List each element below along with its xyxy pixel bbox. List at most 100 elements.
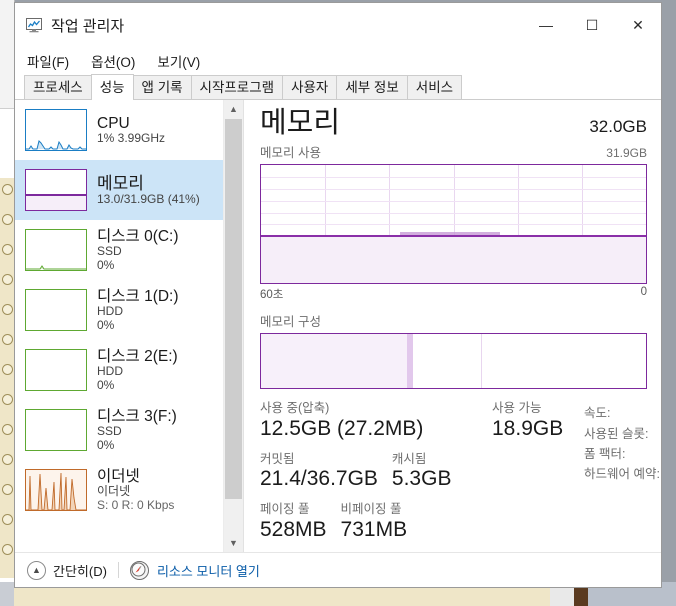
memory-sparkline-fill: [26, 193, 86, 210]
info-hardware-reserved: 하드웨어 예약: 75.7MB: [584, 464, 676, 484]
memory-sparkline: [25, 169, 87, 211]
background-app-row-icon: [2, 484, 13, 495]
maximize-button[interactable]: ☐: [569, 3, 615, 47]
stats-pair: 커밋됨 21.4/36.7GB 캐시됨 5.3GB: [260, 452, 492, 492]
sidebar-item-disk-0[interactable]: 디스크 0(C:) SSD 0%: [15, 220, 223, 280]
stats-pair: 페이징 풀 528MB 비페이징 풀 731MB: [260, 502, 492, 542]
sidebar-item-sub: HDD: [97, 364, 123, 379]
sidebar-item-disk-1[interactable]: 디스크 1(D:) HDD 0%: [15, 280, 223, 340]
resource-list: CPU 1% 3.99GHz 메모리 13.0/31.9GB (41%) 디스크…: [15, 100, 223, 552]
sidebar-item-sub: 13.0/31.9GB (41%): [97, 191, 200, 206]
sidebar-item-disk-3[interactable]: 디스크 3(F:) SSD 0%: [15, 400, 223, 460]
sidebar-scrollbar[interactable]: ▲ ▼: [223, 100, 243, 552]
tab-users[interactable]: 사용자: [282, 75, 338, 99]
background-app-rows: [0, 178, 14, 578]
sidebar-item-title: 디스크 3(F:): [97, 407, 177, 425]
menu-item-file[interactable]: 파일(F): [27, 51, 69, 71]
composition-standby: [413, 334, 483, 389]
chevron-up-circle-icon[interactable]: ▲: [27, 560, 46, 580]
sidebar-item-texts: 디스크 1(D:) HDD 0%: [97, 288, 179, 332]
sidebar-item-texts: CPU 1% 3.99GHz: [97, 115, 165, 146]
stat-committed: 커밋됨 21.4/36.7GB: [260, 452, 378, 492]
info-key: 하드웨어 예약:: [584, 467, 660, 482]
tab-details[interactable]: 세부 정보: [336, 75, 408, 99]
graph-axis-right: 0: [640, 286, 647, 299]
disk-sparkline: [25, 349, 87, 391]
tab-processes[interactable]: 프로세스: [24, 75, 92, 99]
stat-in-use: 사용 중(압축) 12.5GB (27.2MB): [260, 401, 492, 441]
sidebar-item-title: 디스크 0(C:): [97, 227, 179, 245]
sidebar-item-sub2: 0%: [97, 257, 115, 272]
sidebar-item-texts: 디스크 0(C:) SSD 0%: [97, 228, 179, 272]
close-button[interactable]: ✕: [615, 3, 661, 47]
sidebar-item-memory[interactable]: 메모리 13.0/31.9GB (41%): [15, 160, 223, 220]
sidebar-item-title: 메모리: [97, 173, 144, 193]
sidebar-item-disk-2[interactable]: 디스크 2(E:) HDD 0%: [15, 340, 223, 400]
memory-total: 32.0GB: [589, 117, 647, 136]
task-manager-icon: [25, 16, 43, 34]
memory-composition-bar[interactable]: [260, 333, 647, 390]
background-app-row-icon: [2, 454, 13, 465]
stat-value: 18.9GB: [492, 417, 564, 441]
stat-label: 비페이징 풀: [340, 502, 402, 517]
sidebar-item-sub: SSD: [97, 424, 122, 439]
disk-sparkline: [25, 229, 87, 271]
stats-column-left: 사용 중(압축) 12.5GB (27.2MB) 커밋됨 21.4/36.7GB…: [260, 401, 492, 542]
title-bar: 작업 관리자 — ☐ ✕: [15, 3, 661, 47]
stat-label: 페이징 풀: [260, 502, 310, 517]
stat-value: 528MB: [260, 517, 327, 541]
background-app-row-icon: [2, 244, 13, 255]
sidebar-item-sub: 이더넷: [97, 484, 131, 499]
sidebar-item-ethernet[interactable]: 이더넷 이더넷 S: 0 R: 0 Kbps: [15, 460, 223, 520]
scrollbar-thumb[interactable]: [225, 119, 242, 499]
fewer-details-button[interactable]: 간단히(D): [53, 561, 107, 580]
sidebar-item-sub: SSD: [97, 244, 122, 259]
background-app-window[interactable]: [0, 0, 15, 606]
ethernet-sparkline: [25, 469, 87, 511]
background-app-row-icon: [2, 304, 13, 315]
stat-cached: 캐시됨 5.3GB: [392, 452, 452, 492]
window-title: 작업 관리자: [51, 17, 125, 35]
sidebar-item-sub: HDD: [97, 304, 123, 319]
tab-performance[interactable]: 성능: [90, 74, 134, 100]
stat-nonpaged-pool: 비페이징 풀 731MB: [341, 502, 408, 542]
status-bar: ▲ 간단히(D) 리소스 모니터 열기: [15, 552, 661, 587]
resource-monitor-icon[interactable]: [129, 560, 149, 580]
stat-label: 커밋됨: [260, 451, 295, 466]
stat-available: 사용 가능 18.9GB: [492, 401, 584, 441]
cpu-sparkline: [25, 109, 87, 151]
tab-app-history[interactable]: 앱 기록: [132, 75, 192, 99]
sidebar-item-title: 디스크 1(D:): [97, 287, 179, 305]
sidebar-item-cpu[interactable]: CPU 1% 3.99GHz: [15, 100, 223, 160]
background-app-row-icon: [2, 364, 13, 375]
info-form-factor: 폼 팩터: DIMM: [584, 444, 676, 464]
sidebar-item-title: 이더넷: [97, 467, 140, 485]
stat-value: 731MB: [340, 517, 408, 541]
chevron-up-icon[interactable]: ▲: [224, 100, 243, 118]
background-app-header: [0, 0, 14, 109]
chevron-down-icon[interactable]: ▼: [224, 534, 243, 552]
page-title: 메모리: [260, 107, 341, 139]
menu-item-view[interactable]: 보기(V): [157, 51, 200, 71]
sidebar-item-sub: 1% 3.99GHz: [97, 130, 166, 145]
menu-item-options[interactable]: 옵션(O): [91, 51, 135, 71]
sidebar-item-title: CPU: [97, 114, 130, 132]
sidebar-item-texts: 이더넷 이더넷 S: 0 R: 0 Kbps: [97, 468, 174, 512]
background-app-row-icon: [2, 394, 13, 405]
info-key: 폼 팩터:: [584, 446, 626, 461]
tab-services[interactable]: 서비스: [406, 75, 463, 99]
sidebar-item-sub2: 0%: [97, 377, 115, 392]
resource-monitor-link[interactable]: 리소스 모니터 열기: [157, 561, 260, 580]
minimize-button[interactable]: —: [523, 3, 569, 47]
background-app-row-icon: [2, 334, 13, 345]
background-app-row-icon: [2, 424, 13, 435]
sidebar-item-texts: 디스크 3(F:) SSD 0%: [97, 408, 177, 452]
memory-usage-fill: [261, 235, 646, 284]
disk-sparkline: [25, 409, 87, 451]
info-key: 사용된 슬롯:: [584, 426, 649, 441]
composition-in-use: [261, 334, 408, 389]
graph-axis-left: 60초: [260, 289, 284, 302]
tab-startup[interactable]: 시작프로그램: [190, 75, 284, 99]
sidebar-item-sub2: 0%: [97, 317, 115, 332]
stat-value: 21.4/36.7GB: [260, 467, 378, 491]
